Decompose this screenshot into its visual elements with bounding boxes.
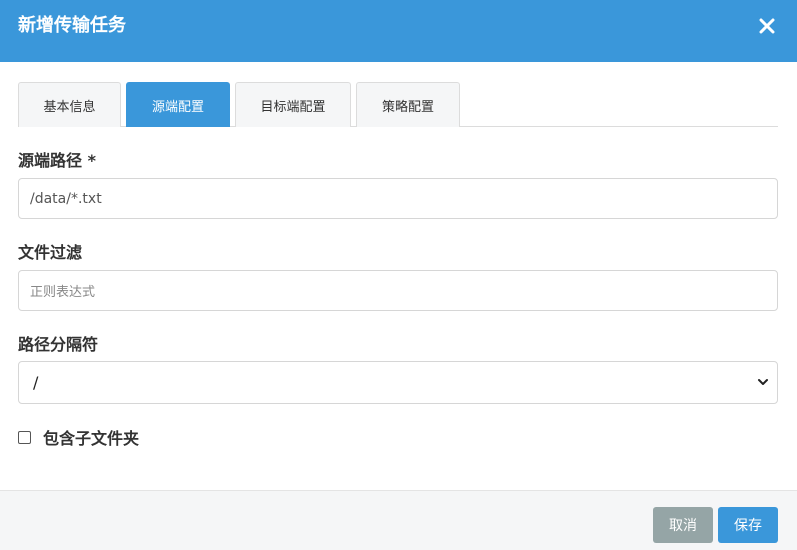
- tab-strategy-config[interactable]: 策略配置: [356, 82, 460, 127]
- dialog-title: 新增传输任务: [18, 15, 126, 36]
- save-button[interactable]: 保存: [718, 507, 778, 543]
- include-subfolders-row: 包含子文件夹: [18, 427, 140, 448]
- dialog-header: 新增传输任务: [0, 0, 797, 62]
- file-filter-label: 文件过滤: [18, 243, 83, 262]
- tab-source-config[interactable]: 源端配置: [126, 82, 230, 127]
- source-path-label: 源端路径 *: [18, 151, 96, 170]
- tab-bar: 基本信息 源端配置 目标端配置 策略配置: [18, 82, 778, 127]
- tab-basic-info[interactable]: 基本信息: [18, 82, 121, 127]
- close-icon: [759, 18, 775, 34]
- path-separator-label: 路径分隔符: [18, 335, 99, 354]
- include-subfolders-label: 包含子文件夹: [43, 429, 140, 448]
- dialog-footer: 取消 保存: [0, 490, 797, 550]
- tab-target-config[interactable]: 目标端配置: [235, 82, 351, 127]
- cancel-button[interactable]: 取消: [653, 507, 713, 543]
- chevron-down-icon: [758, 379, 768, 385]
- include-subfolders-checkbox[interactable]: [18, 430, 31, 444]
- source-path-input[interactable]: /data/*.txt: [18, 178, 778, 219]
- path-separator-select[interactable]: /: [18, 361, 778, 404]
- file-filter-input[interactable]: 正则表达式: [18, 270, 778, 311]
- path-separator-value: /: [33, 373, 39, 392]
- close-button[interactable]: [755, 14, 779, 38]
